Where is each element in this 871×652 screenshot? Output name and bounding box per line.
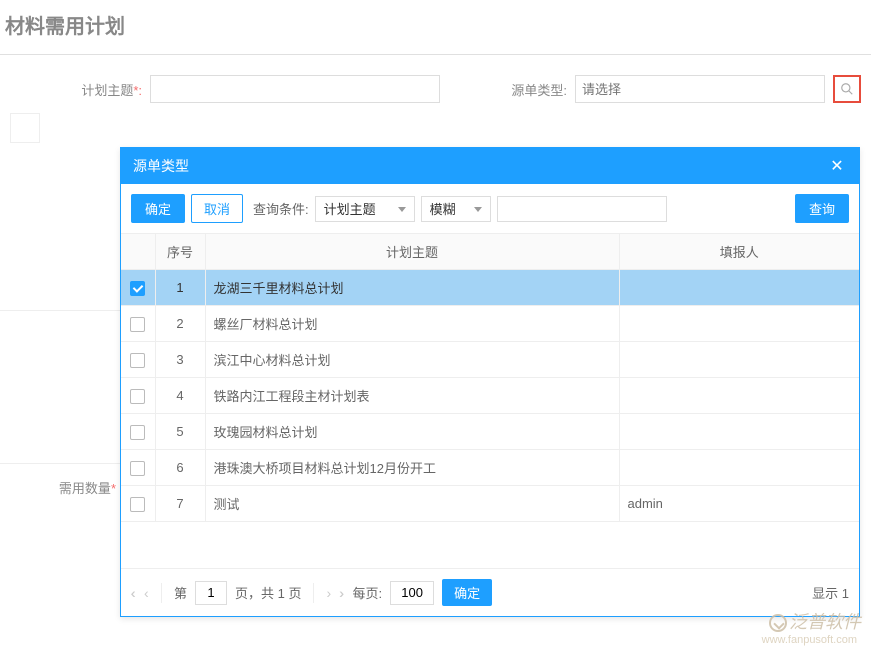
cell-reporter — [619, 342, 859, 378]
row-checkbox[interactable] — [130, 317, 145, 332]
col-seq: 序号 — [155, 234, 205, 270]
cell-reporter — [619, 414, 859, 450]
source-type-modal: 源单类型 ✕ 确定 取消 查询条件: 计划主题 模糊 查询 序号 计划主题 填报… — [120, 147, 860, 617]
row-checkbox[interactable] — [130, 389, 145, 404]
plan-topic-label: 计划主题*: — [10, 80, 150, 99]
cell-reporter — [619, 306, 859, 342]
pager-prev-button[interactable]: ‹ — [144, 585, 149, 601]
cell-reporter — [619, 270, 859, 306]
source-type-select[interactable] — [575, 75, 825, 103]
row-checkbox[interactable] — [130, 461, 145, 476]
query-button[interactable]: 查询 — [795, 194, 849, 223]
table-row[interactable]: 4铁路内江工程段主材计划表 — [121, 378, 859, 414]
page-title: 材料需用计划 — [0, 0, 871, 55]
row-checkbox[interactable] — [130, 281, 145, 296]
pager-perpage-input[interactable] — [390, 581, 434, 605]
table-row[interactable]: 6港珠澳大桥项目材料总计划12月份开工 — [121, 450, 859, 486]
cell-seq: 7 — [155, 486, 205, 522]
source-type-search-button[interactable] — [833, 75, 861, 103]
cell-seq: 6 — [155, 450, 205, 486]
qty-label: 需用数量* — [0, 470, 120, 505]
search-icon — [840, 82, 854, 96]
pager-page-pre: 第 — [174, 583, 187, 602]
cell-topic: 龙湖三千里材料总计划 — [205, 270, 619, 306]
modal-header: 源单类型 ✕ — [121, 148, 859, 184]
pager-last-button[interactable]: ›› — [339, 585, 344, 601]
plan-topic-input[interactable] — [150, 75, 440, 103]
modal-toolbar: 确定 取消 查询条件: 计划主题 模糊 查询 — [121, 184, 859, 234]
row-checkbox[interactable] — [130, 425, 145, 440]
cell-reporter — [619, 450, 859, 486]
cell-topic: 港珠澳大桥项目材料总计划12月份开工 — [205, 450, 619, 486]
cell-seq: 3 — [155, 342, 205, 378]
query-input[interactable] — [497, 196, 667, 222]
cell-topic: 滨江中心材料总计划 — [205, 342, 619, 378]
cell-seq: 4 — [155, 378, 205, 414]
watermark-url: www.fanpusoft.com — [762, 634, 857, 646]
row-checkbox[interactable] — [130, 353, 145, 368]
cell-seq: 5 — [155, 414, 205, 450]
modal-footer: ‹‹ ‹ 第 页，共 1 页 › ›› 每页: 确定 显示 1 — [121, 568, 859, 616]
cell-seq: 2 — [155, 306, 205, 342]
cell-topic: 螺丝厂材料总计划 — [205, 306, 619, 342]
pager-status: 显示 1 — [500, 583, 849, 602]
cell-seq: 1 — [155, 270, 205, 306]
source-type-label: 源单类型: — [511, 80, 575, 99]
cell-topic: 测试 — [205, 486, 619, 522]
cell-topic: 玫瑰园材料总计划 — [205, 414, 619, 450]
pager-page-post: 页，共 1 页 — [235, 583, 301, 602]
table-row[interactable]: 2螺丝厂材料总计划 — [121, 306, 859, 342]
row-checkbox[interactable] — [130, 497, 145, 512]
table-row[interactable]: 5玫瑰园材料总计划 — [121, 414, 859, 450]
cancel-button[interactable]: 取消 — [191, 194, 243, 223]
pager-confirm-button[interactable]: 确定 — [442, 579, 492, 606]
pager-perpage-label: 每页: — [352, 583, 382, 602]
col-topic: 计划主题 — [205, 234, 619, 270]
pager-next-button[interactable]: › — [326, 585, 331, 601]
table-row[interactable]: 3滨江中心材料总计划 — [121, 342, 859, 378]
results-table: 序号 计划主题 填报人 1龙湖三千里材料总计划2螺丝厂材料总计划3滨江中心材料总… — [121, 234, 859, 522]
cell-topic: 铁路内江工程段主材计划表 — [205, 378, 619, 414]
pager-page-input[interactable] — [195, 581, 227, 605]
table-row[interactable]: 1龙湖三千里材料总计划 — [121, 270, 859, 306]
mode-select[interactable]: 模糊 — [421, 196, 491, 222]
cell-reporter: admin — [619, 486, 859, 522]
cell-reporter — [619, 378, 859, 414]
modal-body: 序号 计划主题 填报人 1龙湖三千里材料总计划2螺丝厂材料总计划3滨江中心材料总… — [121, 234, 859, 568]
table-row[interactable]: 7测试admin — [121, 486, 859, 522]
col-reporter: 填报人 — [619, 234, 859, 270]
pager-first-button[interactable]: ‹‹ — [131, 585, 136, 601]
col-checkbox — [121, 234, 155, 270]
condition-label: 查询条件: — [253, 199, 309, 218]
field-select[interactable]: 计划主题 — [315, 196, 415, 222]
modal-title: 源单类型 — [133, 156, 189, 176]
ok-button[interactable]: 确定 — [131, 194, 185, 223]
modal-close-button[interactable]: ✕ — [827, 156, 847, 176]
